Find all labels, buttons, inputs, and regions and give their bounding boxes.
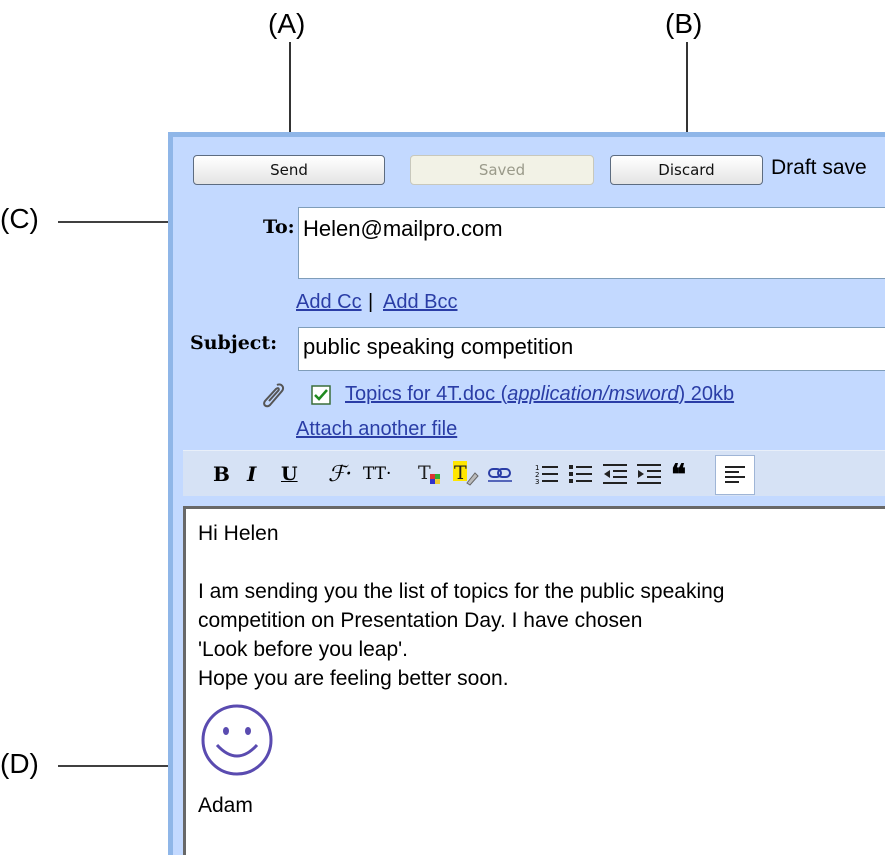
indent-icon[interactable] [637,461,661,487]
bulleted-list-icon[interactable] [569,461,593,487]
attachment-checkbox[interactable] [311,385,331,410]
paperclip-icon [259,381,287,414]
add-bcc-link[interactable]: Add Bcc [383,291,457,314]
compose-window: Send Saved Discard Draft save To: Helen@… [168,132,885,855]
numbered-list-icon[interactable]: 123 [535,461,559,487]
attachment-size: ) 20kb [678,383,735,405]
message-line: 'Look before you leap'. [198,638,408,661]
svg-text:T: T [418,462,431,484]
highlight-color-icon[interactable]: T [453,461,479,487]
to-field[interactable]: Helen@mailpro.com [298,207,885,279]
font-size-icon[interactable]: TT· [363,461,391,487]
smiley-icon [200,703,885,785]
italic-icon[interactable]: I [247,461,256,487]
message-body[interactable]: Hi Helen I am sending you the list of to… [183,506,885,855]
discard-button[interactable]: Discard [610,155,763,185]
attachment-type: application/msword [507,383,679,405]
svg-text:T: T [454,462,467,484]
quote-icon[interactable]: ❝ [671,458,686,491]
subject-field[interactable]: public speaking competition [298,327,885,371]
attach-another-link[interactable]: Attach another file [296,418,457,441]
message-line: Hope you are feeling better soon. [198,667,509,690]
formatting-toolbar: B I U ℱ· TT· T T 1 2 3 ❝ [183,450,885,496]
add-cc-link[interactable]: Add Cc [296,291,362,314]
attachment-name: Topics for 4T.doc ( [345,383,508,405]
svg-text:3: 3 [535,478,539,486]
outdent-icon[interactable] [603,461,627,487]
draft-status-text: Draft save [771,156,867,179]
underline-icon[interactable]: U [281,461,298,487]
bold-icon[interactable]: B [213,461,230,487]
align-left-icon[interactable] [715,455,755,495]
send-button[interactable]: Send [193,155,385,185]
link-icon[interactable] [487,461,513,487]
message-signature: Adam [198,794,253,817]
message-greeting: Hi Helen [198,522,279,545]
to-label: To: [263,216,295,238]
message-line: competition on Presentation Day. I have … [198,609,643,632]
subject-label: Subject: [190,332,278,354]
cc-bcc-separator: | [368,291,374,313]
attachment-link[interactable]: Topics for 4T.doc (application/msword) 2… [345,383,734,406]
text-color-icon[interactable]: T [417,461,443,487]
saved-button: Saved [410,155,594,185]
message-line: I am sending you the list of topics for … [198,580,725,603]
font-icon[interactable]: ℱ· [328,461,352,487]
